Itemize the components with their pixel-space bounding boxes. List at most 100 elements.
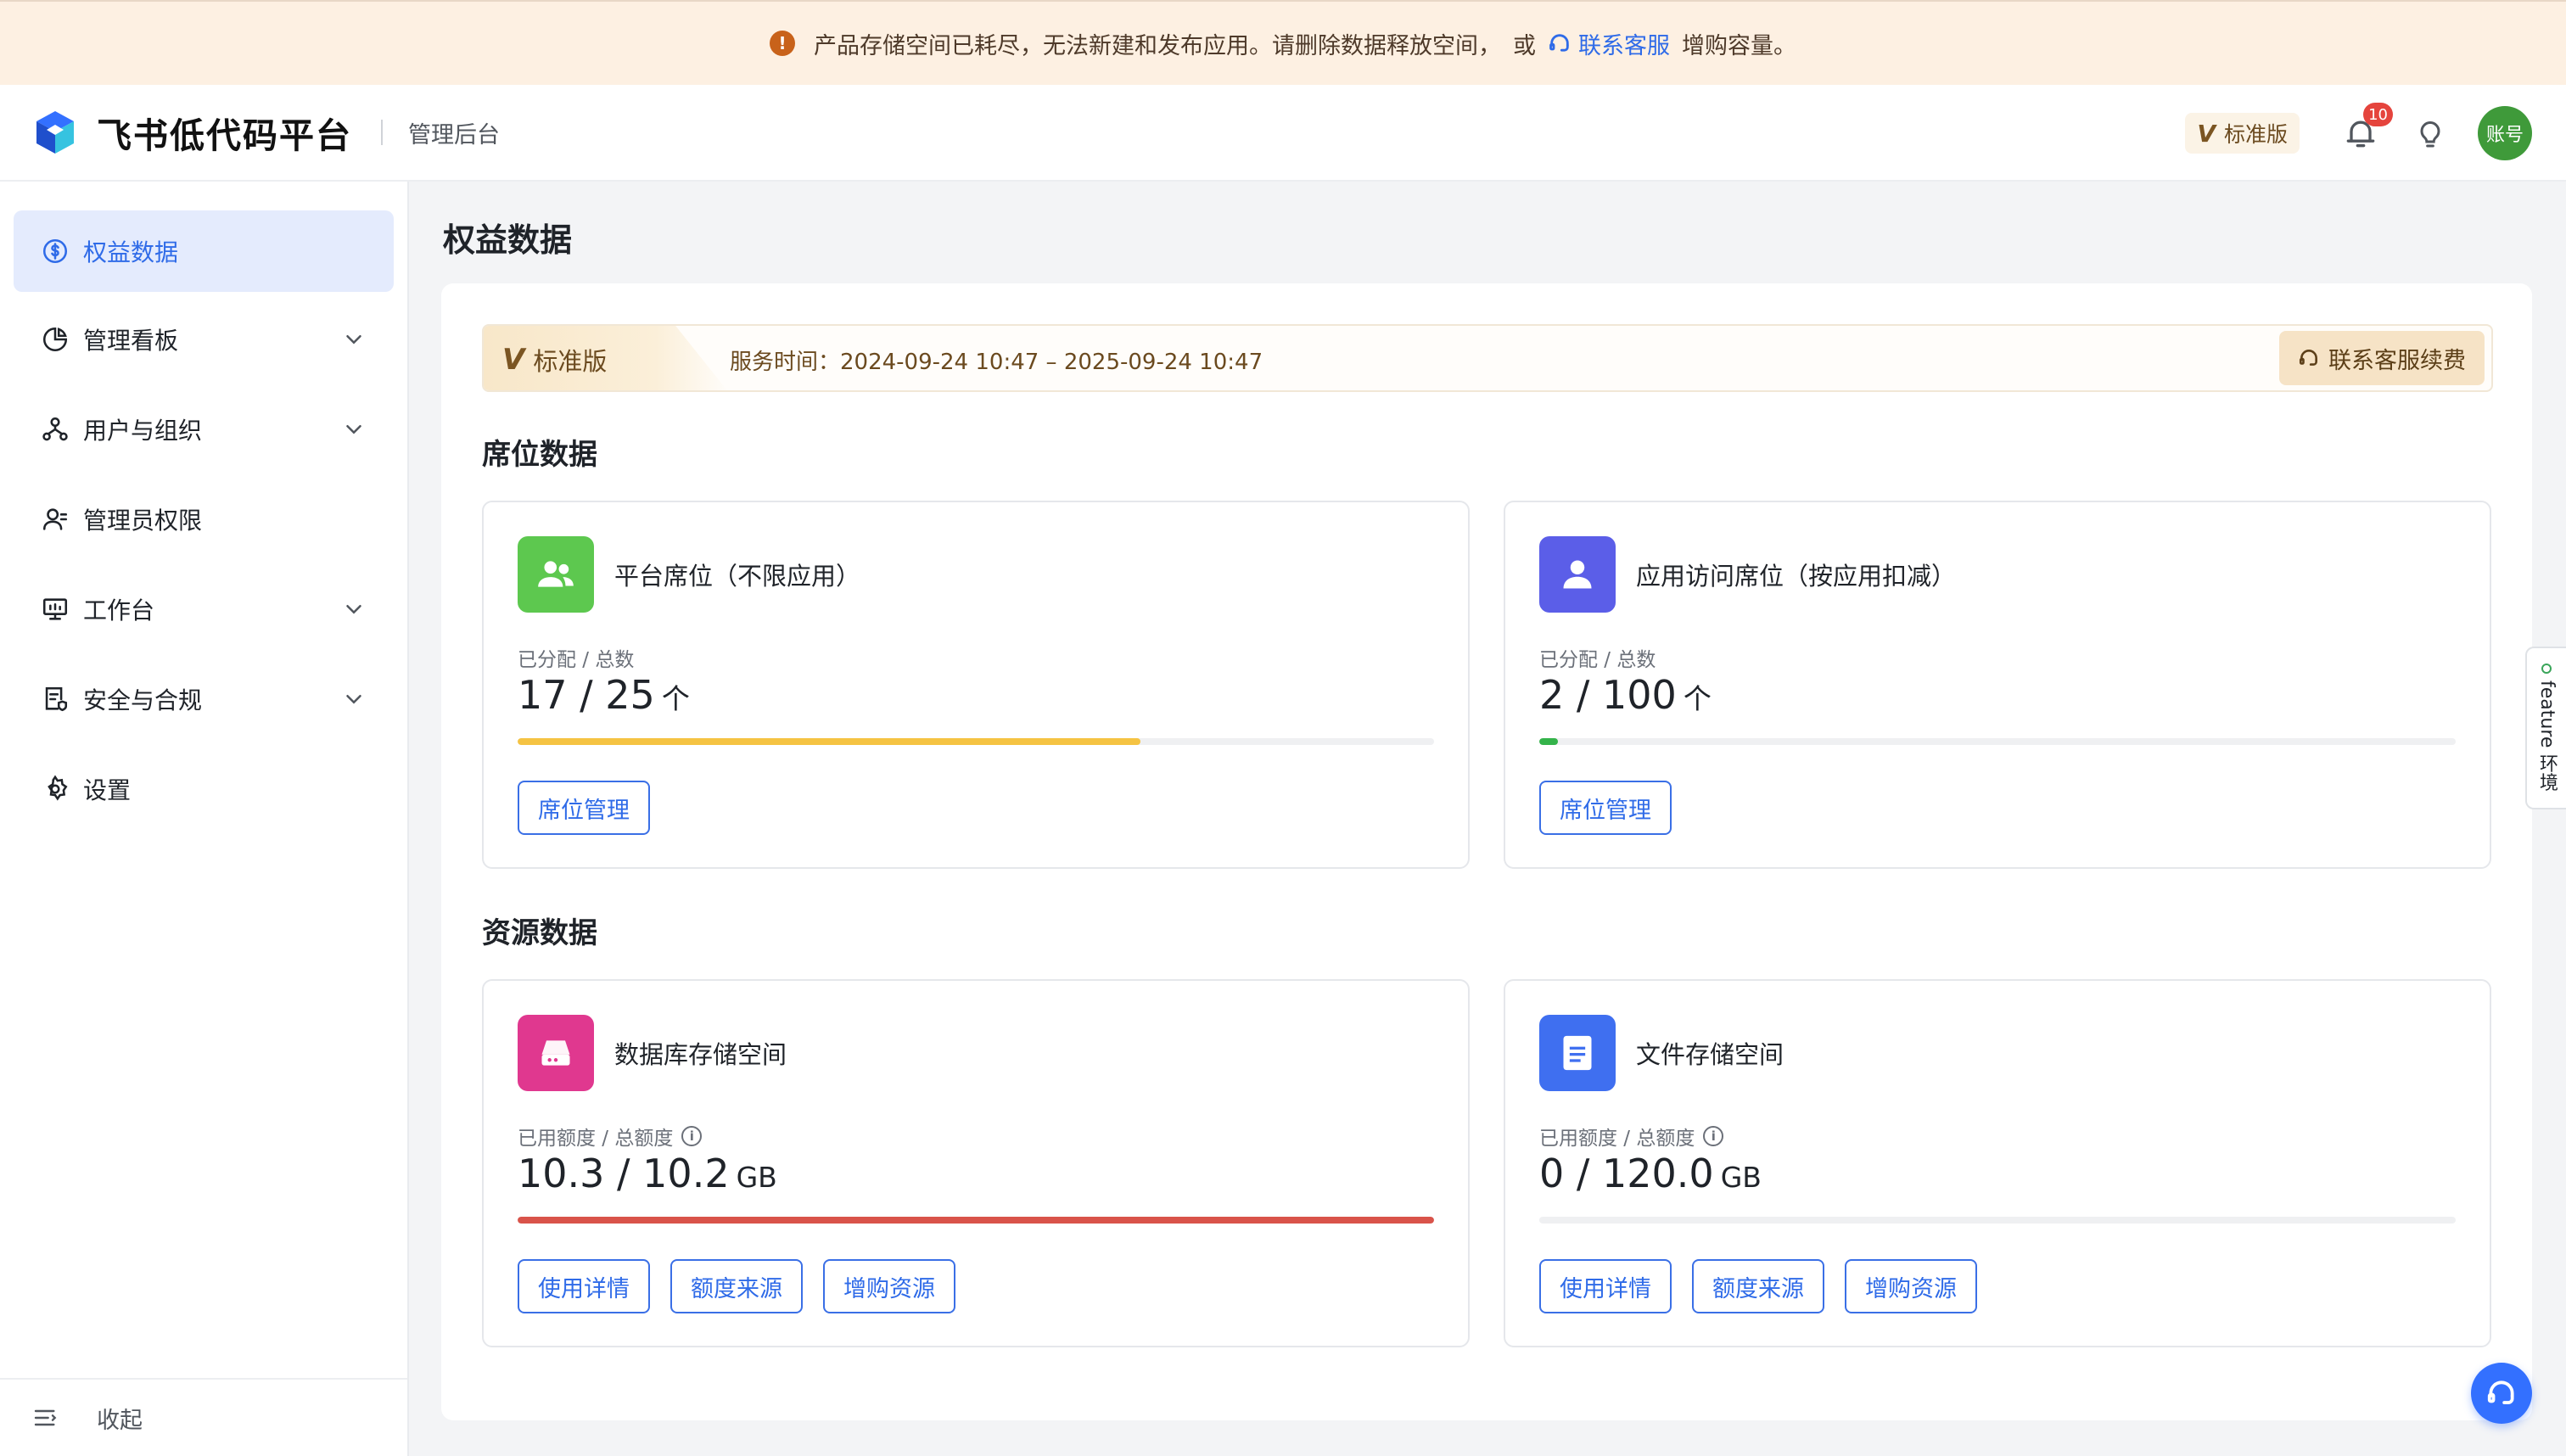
sidebar-item-dashboard[interactable]: 管理看板 bbox=[14, 299, 394, 380]
sidebar-item-label: 安全与合规 bbox=[83, 686, 203, 714]
value-number: 2 / 100 bbox=[1539, 672, 1677, 718]
storage-warning-banner: ! 产品存储空间已耗尽，无法新建和发布应用。请删除数据释放空间， 或 联系客服 … bbox=[0, 0, 2566, 85]
card-label-text: 已用额度 / 总额度 bbox=[1539, 1128, 1695, 1150]
admin-user-icon bbox=[42, 508, 68, 530]
purchase-resource-button[interactable]: 增购资源 bbox=[1845, 1259, 1977, 1313]
plan-info-bar: V 标准版 服务时间：2024-09-24 10:47 – 2025-09-24… bbox=[482, 324, 2493, 392]
resource-section-title: 资源数据 bbox=[482, 916, 597, 950]
file-icon bbox=[1539, 1015, 1616, 1091]
value-number: 10.3 / 10.2 bbox=[518, 1151, 730, 1196]
notification-button[interactable]: 10 bbox=[2342, 103, 2393, 152]
banner-or: 或 bbox=[1513, 32, 1536, 59]
value-unit: 个 bbox=[661, 682, 690, 715]
collapse-label: 收起 bbox=[97, 1407, 143, 1434]
database-storage-card: 数据库存储空间 已用额度 / 总额度 i 10.3 / 10.2 GB 使用详情… bbox=[482, 979, 1470, 1347]
page-title: 权益数据 bbox=[443, 221, 573, 259]
progress-bar bbox=[518, 738, 1434, 745]
sidebar-item-label: 管理看板 bbox=[83, 327, 179, 355]
info-icon[interactable]: i bbox=[1703, 1126, 1724, 1146]
sidebar: 权益数据 管理看板 用户与组织 管理员权限 工作台 安全与合规 设置 收起 bbox=[0, 182, 409, 1456]
quota-source-button[interactable]: 额度来源 bbox=[1692, 1259, 1824, 1313]
card-value: 10.3 / 10.2 GB bbox=[518, 1151, 777, 1196]
header-subtitle: 管理后台 bbox=[408, 121, 500, 148]
notification-count-badge: 10 bbox=[2363, 103, 2393, 126]
progress-bar bbox=[1539, 1217, 2456, 1224]
customer-support-button[interactable] bbox=[2471, 1363, 2532, 1424]
org-tree-icon bbox=[42, 417, 68, 441]
progress-bar bbox=[1539, 738, 2456, 745]
pie-chart-icon bbox=[42, 327, 68, 352]
database-icon bbox=[518, 1015, 594, 1091]
usage-details-button[interactable]: 使用详情 bbox=[1539, 1259, 1672, 1313]
card-label-text: 已用额度 / 总额度 bbox=[518, 1128, 674, 1150]
plan-v-icon: V bbox=[502, 343, 525, 377]
banner-message: 产品存储空间已耗尽，无法新建和发布应用。请删除数据释放空间， bbox=[814, 32, 1501, 59]
brand-name: 飞书低代码平台 bbox=[97, 115, 352, 156]
card-label: 已用额度 / 总额度 i bbox=[518, 1122, 703, 1151]
usage-details-button[interactable]: 使用详情 bbox=[518, 1259, 650, 1313]
card-title: 文件存储空间 bbox=[1636, 1040, 1784, 1069]
user-icon bbox=[1539, 536, 1616, 613]
sidebar-item-workbench[interactable]: 工作台 bbox=[14, 568, 394, 650]
collapse-menu-icon bbox=[34, 1409, 57, 1426]
sidebar-collapse-button[interactable]: 收起 bbox=[0, 1378, 407, 1456]
gear-icon bbox=[48, 775, 68, 801]
header-actions: V 标准版 10 账号 bbox=[2185, 85, 2532, 182]
contact-support-label: 联系客服 bbox=[1578, 32, 1670, 59]
sidebar-item-label: 设置 bbox=[83, 776, 132, 804]
feature-env-label: feature 环境 bbox=[2536, 680, 2558, 792]
sidebar-item-settings[interactable]: 设置 bbox=[14, 748, 394, 830]
progress-bar bbox=[518, 1217, 1434, 1224]
progress-fill bbox=[518, 1217, 1434, 1224]
edition-badge[interactable]: V 标准版 bbox=[2185, 113, 2300, 154]
lightbulb-icon[interactable] bbox=[2413, 115, 2447, 152]
contact-support-renew-button[interactable]: 联系客服续费 bbox=[2279, 331, 2485, 385]
warning-icon: ! bbox=[770, 31, 795, 56]
card-title: 应用访问席位（按应用扣减） bbox=[1636, 562, 1957, 591]
card-value: 17 / 25 个 bbox=[518, 672, 690, 718]
dollar-circle-icon bbox=[42, 238, 68, 264]
seat-management-button[interactable]: 席位管理 bbox=[518, 781, 650, 835]
card-title: 数据库存储空间 bbox=[614, 1040, 787, 1069]
headset-icon bbox=[2487, 1380, 2514, 1404]
headset-icon bbox=[1549, 34, 1569, 52]
value-number: 17 / 25 bbox=[518, 672, 655, 718]
service-time: 服务时间：2024-09-24 10:47 – 2025-09-24 10:47 bbox=[730, 349, 1263, 375]
value-unit: 个 bbox=[1683, 682, 1712, 715]
card-label: 已用额度 / 总额度 i bbox=[1539, 1122, 1724, 1151]
contact-support-link[interactable]: 联系客服 bbox=[1548, 27, 1670, 60]
plan-name: 标准版 bbox=[533, 347, 608, 376]
security-doc-icon bbox=[45, 686, 68, 712]
value-unit: GB bbox=[1720, 1161, 1762, 1194]
sidebar-item-security-compliance[interactable]: 安全与合规 bbox=[14, 658, 394, 740]
purchase-resource-button[interactable]: 增购资源 bbox=[823, 1259, 955, 1313]
avatar[interactable]: 账号 bbox=[2478, 106, 2532, 160]
info-icon[interactable]: i bbox=[681, 1126, 703, 1146]
chevron-down-icon bbox=[346, 695, 361, 704]
file-storage-card: 文件存储空间 已用额度 / 总额度 i 0 / 120.0 GB 使用详情 额度… bbox=[1504, 979, 2491, 1347]
progress-fill bbox=[518, 738, 1141, 745]
quota-source-button[interactable]: 额度来源 bbox=[670, 1259, 803, 1313]
users-icon bbox=[518, 536, 594, 613]
feature-env-tab[interactable]: feature 环境 bbox=[2525, 647, 2566, 809]
headset-icon bbox=[2299, 350, 2317, 366]
lowcode-logo-icon[interactable] bbox=[32, 109, 78, 155]
status-dot-icon bbox=[2541, 664, 2552, 674]
chevron-down-icon bbox=[346, 335, 361, 344]
card-title: 平台席位（不限应用） bbox=[614, 562, 861, 591]
edition-v-icon: V bbox=[2197, 119, 2216, 148]
sidebar-item-users-org[interactable]: 用户与组织 bbox=[14, 389, 394, 470]
seat-management-button[interactable]: 席位管理 bbox=[1539, 781, 1672, 835]
sidebar-item-benefits-data[interactable]: 权益数据 bbox=[14, 210, 394, 292]
top-header: 飞书低代码平台 管理后台 V 标准版 10 账号 bbox=[0, 85, 2566, 182]
card-label: 已分配 / 总数 bbox=[1539, 649, 1656, 671]
card-label: 已分配 / 总数 bbox=[518, 649, 635, 671]
seat-section-title: 席位数据 bbox=[482, 438, 597, 472]
banner-suffix: 增购容量。 bbox=[1682, 32, 1796, 59]
plan-badge: V 标准版 bbox=[484, 326, 730, 390]
sidebar-item-admin-permissions[interactable]: 管理员权限 bbox=[14, 479, 394, 560]
card-value: 0 / 120.0 GB bbox=[1539, 1151, 1762, 1196]
chevron-down-icon bbox=[346, 425, 361, 434]
monitor-icon bbox=[42, 598, 68, 620]
value-unit: GB bbox=[736, 1161, 777, 1194]
